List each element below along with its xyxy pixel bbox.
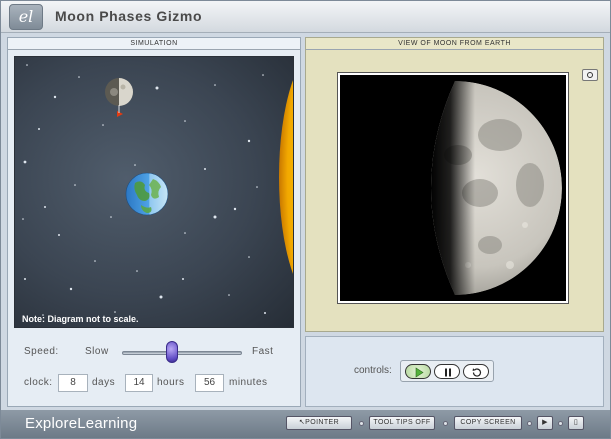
play-icon xyxy=(415,367,424,378)
explorelearning-logo: el xyxy=(9,4,43,30)
sun xyxy=(279,80,293,274)
play-button[interactable] xyxy=(405,364,431,379)
pointer-label: POINTER xyxy=(305,419,340,426)
pause-icon xyxy=(445,368,451,377)
speed-slider-track[interactable] xyxy=(122,351,242,355)
moon-phase-svg xyxy=(431,81,562,295)
separator-dot xyxy=(359,421,364,426)
speed-label: Speed: xyxy=(24,346,59,357)
earth xyxy=(125,172,169,216)
separator-dot xyxy=(527,421,532,426)
scale-note: Note: Diagram not to scale. xyxy=(22,314,139,324)
camera-icon[interactable] xyxy=(582,69,598,81)
reset-button[interactable] xyxy=(463,364,489,379)
header-bar: el Moon Phases Gizmo xyxy=(1,1,610,33)
brand-name: ExploreLearning xyxy=(25,415,138,432)
orbit-svg xyxy=(22,64,293,316)
copy-screen-button[interactable]: COPY SCREEN xyxy=(454,416,522,430)
pause-button[interactable] xyxy=(434,364,460,379)
minutes-label: minutes xyxy=(229,377,268,388)
days-label: days xyxy=(92,377,116,388)
hours-field[interactable]: 14 xyxy=(125,374,153,392)
simulation-header: SIMULATION xyxy=(8,38,300,50)
next-button[interactable]: ▶ xyxy=(537,416,553,430)
window-icon: ▯ xyxy=(573,419,579,426)
next-arrow-icon: ▶ xyxy=(542,419,548,426)
speed-slider-thumb[interactable] xyxy=(166,341,178,363)
separator-dot xyxy=(558,421,563,426)
moon-phase-display xyxy=(337,72,569,304)
logo-glyph: el xyxy=(18,7,34,26)
moon-marker-flag xyxy=(117,111,123,117)
clock-label: clock: xyxy=(24,377,53,388)
moon xyxy=(105,78,133,117)
speed-fast-label: Fast xyxy=(252,346,274,357)
separator-dot xyxy=(443,421,448,426)
space-diagram: Note: Diagram not to scale. xyxy=(14,56,294,328)
hours-label: hours xyxy=(157,377,185,388)
simulation-panel: SIMULATION Note: Diagram not to scale. S… xyxy=(7,37,301,407)
days-field[interactable]: 8 xyxy=(58,374,88,392)
fullscreen-toggle-button[interactable]: ▯ xyxy=(568,416,584,430)
speed-slow-label: Slow xyxy=(85,346,109,357)
moon-view-panel: VIEW OF MOON FROM EARTH xyxy=(305,37,604,332)
gizmo-window: el Moon Phases Gizmo SIMULATION Note: Di… xyxy=(0,0,611,439)
pointer-button[interactable]: ↖POINTER xyxy=(286,416,352,430)
speed-and-clock: Speed: Slow Fast clock: 8 days 14 hours … xyxy=(14,336,296,404)
playback-controls xyxy=(400,360,494,382)
minutes-field[interactable]: 56 xyxy=(195,374,224,392)
footer-bar: ExploreLearning ↖POINTER TOOL TIPS OFF C… xyxy=(1,410,610,438)
tooltips-button[interactable]: TOOL TIPS OFF xyxy=(369,416,435,430)
app-title: Moon Phases Gizmo xyxy=(55,8,203,24)
controls-label: controls: xyxy=(354,365,392,376)
moon-view-header: VIEW OF MOON FROM EARTH xyxy=(306,38,603,50)
reset-icon xyxy=(472,368,482,377)
controls-panel: controls: xyxy=(305,336,604,407)
